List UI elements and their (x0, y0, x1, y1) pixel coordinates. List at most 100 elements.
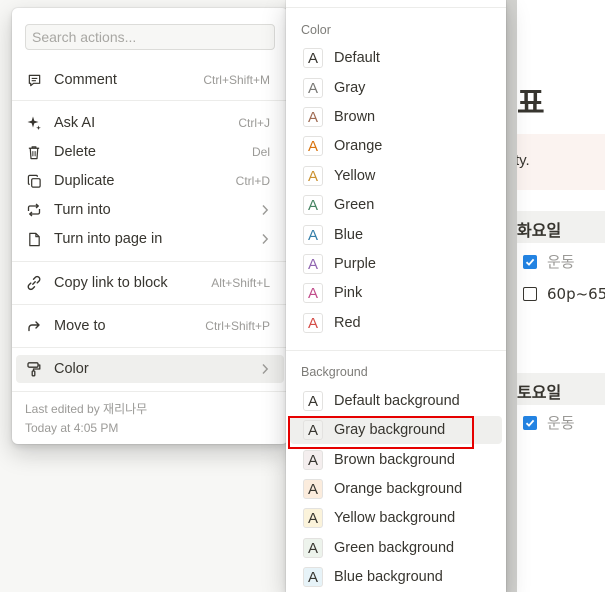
color-option-label: Pink (334, 285, 363, 301)
todo-item[interactable]: 운동 (523, 251, 575, 272)
menu-item-label: Duplicate (54, 173, 115, 189)
color-option-default[interactable]: A Default (290, 44, 502, 72)
todo-text: 운동 (547, 253, 575, 271)
background-swatch-icon: A (303, 538, 323, 558)
background-option-label: Brown background (334, 452, 455, 468)
color-option-label: Green (334, 197, 375, 213)
color-option-label: Default (334, 50, 380, 66)
duplicate-icon (26, 173, 42, 189)
color-option-brown[interactable]: A Brown (290, 103, 502, 131)
background-option-blue[interactable]: A Blue background (290, 563, 502, 591)
paint-roller-icon (26, 361, 42, 377)
menu-divider (12, 347, 288, 348)
color-option-label: Gray (334, 80, 366, 96)
page-icon (26, 231, 42, 247)
todo-item[interactable]: 운동 (523, 412, 575, 433)
menu-item-move-to[interactable]: Move to Ctrl+Shift+P (16, 312, 284, 340)
color-option-label: Yellow (334, 168, 376, 184)
shortcut-hint: Del (251, 145, 270, 159)
color-option-label: Brown (334, 109, 376, 125)
shortcut-hint: Ctrl+Shift+P (205, 319, 270, 333)
menu-divider (12, 304, 288, 305)
menu-item-label: Copy link to block (54, 275, 168, 291)
color-option-label: Red (334, 315, 361, 331)
color-option-green[interactable]: A Green (290, 191, 502, 219)
shortcut-hint: Ctrl+J (238, 116, 270, 130)
menu-item-label: Delete (54, 144, 96, 160)
menu-item-color[interactable]: Color (16, 355, 284, 383)
text-color-swatch-icon: A (303, 313, 323, 333)
text-color-swatch-icon: A (303, 283, 323, 303)
color-option-purple[interactable]: A Purple (290, 250, 502, 278)
color-option-pink[interactable]: A Pink (290, 279, 502, 307)
callout-text: ty. (515, 152, 530, 169)
selection-highlight-annotation (288, 416, 474, 449)
background-swatch-icon: A (303, 479, 323, 499)
menu-item-ask-ai[interactable]: Ask AI Ctrl+J (16, 109, 284, 137)
menu-item-label: Comment (54, 72, 117, 88)
page-title-fragment: 표 (517, 86, 545, 121)
background-option-green[interactable]: A Green background (290, 534, 502, 562)
sparkle-icon (26, 115, 42, 131)
checkbox-checked[interactable] (523, 254, 537, 269)
submenu-divider (286, 350, 506, 351)
turn-into-icon (26, 202, 42, 218)
color-option-red[interactable]: A Red (290, 309, 502, 337)
menu-item-label: Color (54, 361, 89, 377)
link-icon (26, 275, 42, 291)
shortcut-hint: Alt+Shift+L (211, 276, 270, 290)
menu-item-comment[interactable]: Comment Ctrl+Shift+M (16, 66, 284, 94)
text-color-swatch-icon: A (303, 136, 323, 156)
text-color-swatch-icon: A (303, 166, 323, 186)
background-option-brown[interactable]: A Brown background (290, 446, 502, 474)
search-actions-input[interactable] (25, 24, 275, 50)
chevron-right-icon (258, 202, 272, 218)
chevron-right-icon (258, 361, 272, 377)
todo-item[interactable]: 60p~65p (523, 285, 605, 303)
color-option-blue[interactable]: A Blue (290, 221, 502, 249)
background-option-label: Blue background (334, 569, 443, 585)
menu-divider (12, 261, 288, 262)
menu-item-turn-into[interactable]: Turn into (16, 196, 284, 224)
menu-item-turn-into-page-in[interactable]: Turn into page in (16, 225, 284, 253)
color-option-orange[interactable]: A Orange (290, 132, 502, 160)
text-color-swatch-icon: A (303, 78, 323, 98)
background-section-title: Background (301, 365, 368, 379)
menu-item-copy-link[interactable]: Copy link to block Alt+Shift+L (16, 269, 284, 297)
todo-text: 60p~65p (547, 285, 605, 303)
menu-item-duplicate[interactable]: Duplicate Ctrl+D (16, 167, 284, 195)
callout-block[interactable]: ty. (505, 134, 605, 190)
color-option-yellow[interactable]: A Yellow (290, 162, 502, 190)
background-option-label: Default background (334, 393, 460, 409)
submenu-scrollbar-track[interactable] (505, 0, 517, 592)
menu-item-label: Turn into (54, 202, 111, 218)
background-option-label: Yellow background (334, 510, 456, 526)
background-option-label: Orange background (334, 481, 463, 497)
document-area: 표 ty. 화요일 운동 60p~65p 토요일 운동 (505, 0, 605, 592)
checkbox-unchecked[interactable] (523, 287, 537, 301)
color-submenu: Color A Default A Gray A Brown A Orange … (286, 0, 506, 592)
column-header-tuesday: 화요일 (505, 211, 605, 243)
shortcut-hint: Ctrl+Shift+M (203, 73, 270, 87)
menu-item-label: Turn into page in (54, 231, 163, 247)
color-option-gray[interactable]: A Gray (290, 74, 502, 102)
text-color-swatch-icon: A (303, 107, 323, 127)
comment-icon (26, 72, 42, 88)
menu-divider (12, 100, 288, 101)
chevron-right-icon (258, 231, 272, 247)
background-option-orange[interactable]: A Orange background (290, 475, 502, 503)
menu-item-delete[interactable]: Delete Del (16, 138, 284, 166)
move-arrow-icon (26, 318, 42, 334)
background-option-default[interactable]: A Default background (290, 387, 502, 415)
submenu-divider (286, 7, 506, 8)
trash-icon (26, 144, 42, 160)
background-swatch-icon: A (303, 391, 323, 411)
block-actions-menu: Comment Ctrl+Shift+M Ask AI Ctrl+J Delet… (12, 8, 288, 444)
text-color-swatch-icon: A (303, 225, 323, 245)
text-color-swatch-icon: A (303, 254, 323, 274)
text-color-swatch-icon: A (303, 48, 323, 68)
last-edited-time: Today at 4:05 PM (25, 421, 119, 435)
checkbox-checked[interactable] (523, 415, 537, 430)
background-swatch-icon: A (303, 450, 323, 470)
background-option-yellow[interactable]: A Yellow background (290, 504, 502, 532)
